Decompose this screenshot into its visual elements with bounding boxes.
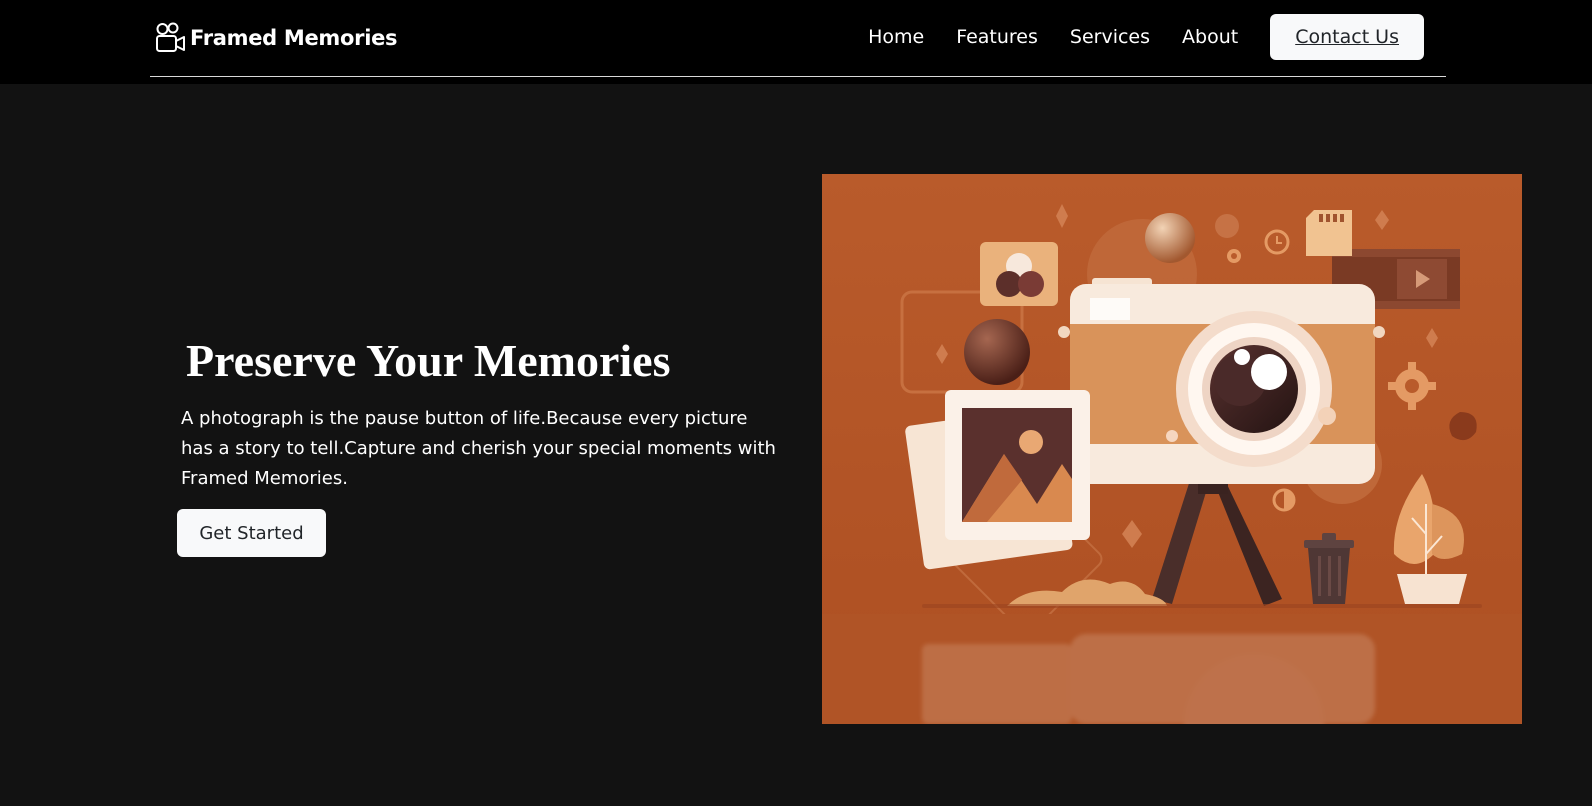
get-started-button[interactable]: Get Started: [177, 509, 326, 557]
camera-illustration: [822, 174, 1522, 724]
hero-description: A photograph is the pause button of life…: [181, 408, 776, 489]
brand-link[interactable]: Framed Memories: [154, 20, 398, 56]
nav-links: Home Features Services About Contact Us: [868, 14, 1424, 60]
nav-home[interactable]: Home: [868, 26, 924, 48]
top-navbar: Framed Memories Home Features Services A…: [0, 0, 1592, 84]
nav-services[interactable]: Services: [1070, 26, 1150, 48]
main-nav: Framed Memories Home Features Services A…: [150, 0, 1446, 77]
camera-reels-icon: [156, 22, 185, 52]
nav-features[interactable]: Features: [956, 26, 1038, 48]
brand-name: Framed Memories: [190, 26, 398, 50]
nav-about[interactable]: About: [1182, 26, 1238, 48]
hero-title: Preserve Your Memories: [186, 335, 671, 386]
contact-us-button[interactable]: Contact Us: [1270, 14, 1424, 60]
